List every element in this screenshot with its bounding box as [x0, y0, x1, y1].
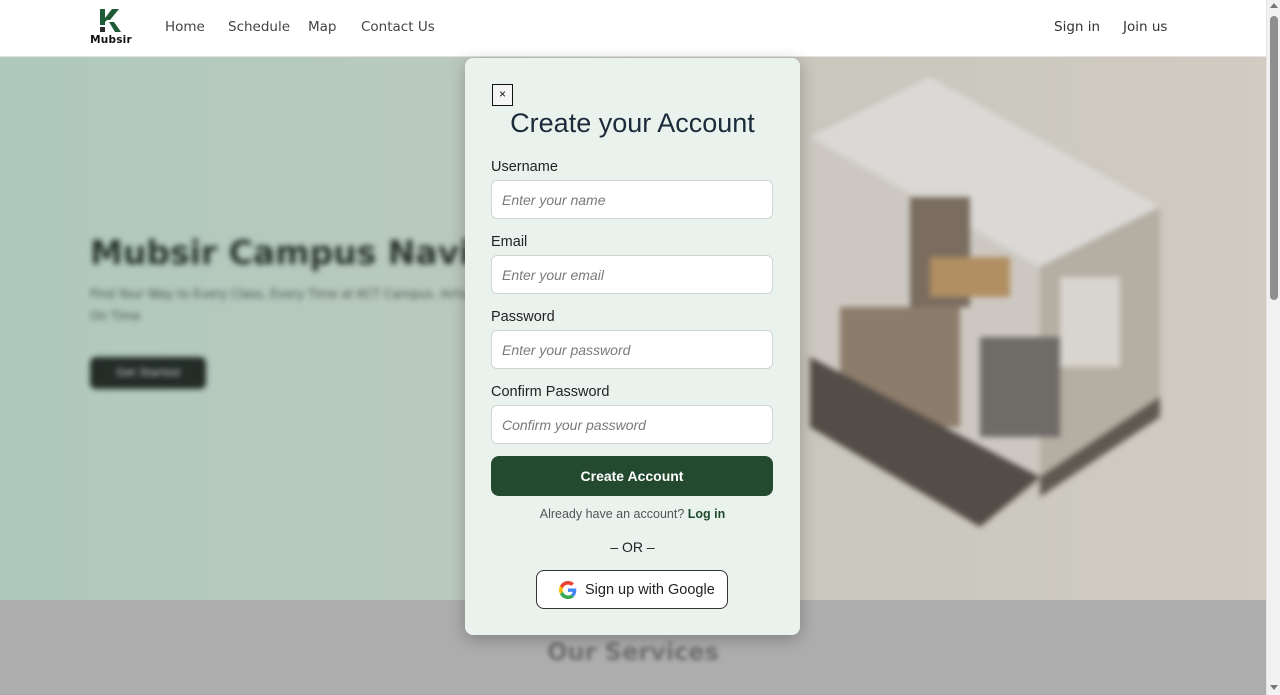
login-prompt: Already have an account? Log in	[465, 507, 800, 521]
nav-map-link[interactable]: Map	[308, 19, 337, 35]
scroll-up-arrow-icon[interactable]	[1270, 3, 1278, 8]
signup-modal: × Create your Account Username Email Pas…	[465, 58, 800, 635]
page: Mubsir Home Schedule Map Contact Us Sign…	[0, 0, 1280, 695]
nav-contact-link[interactable]: Contact Us	[361, 19, 435, 35]
have-account-text: Already have an account?	[539, 507, 685, 521]
login-link[interactable]: Log in	[688, 507, 726, 521]
confirm-password-input[interactable]	[491, 405, 773, 444]
navbar: Mubsir Home Schedule Map Contact Us Sign…	[0, 0, 1266, 57]
email-input[interactable]	[491, 255, 773, 294]
google-signup-button[interactable]: Sign up with Google	[536, 570, 728, 609]
close-button[interactable]: ×	[492, 84, 513, 106]
nav-schedule-link[interactable]: Schedule	[228, 19, 290, 35]
scroll-down-arrow-icon[interactable]	[1270, 685, 1278, 690]
google-button-label: Sign up with Google	[585, 582, 715, 598]
logo-k-icon	[100, 9, 121, 32]
join-us-link[interactable]: Join us	[1123, 19, 1167, 35]
confirm-password-label: Confirm Password	[491, 384, 610, 400]
modal-title: Create your Account	[510, 108, 755, 138]
google-icon	[559, 581, 577, 599]
create-account-button[interactable]: Create Account	[491, 456, 773, 496]
email-label: Email	[491, 234, 528, 250]
username-input[interactable]	[491, 180, 773, 219]
sign-in-link[interactable]: Sign in	[1054, 19, 1100, 35]
or-divider: – OR –	[610, 539, 655, 555]
logo[interactable]: Mubsir	[90, 8, 132, 48]
password-label: Password	[491, 309, 555, 325]
scroll-thumb[interactable]	[1270, 16, 1278, 300]
password-input[interactable]	[491, 330, 773, 369]
logo-text: Mubsir	[90, 34, 132, 46]
username-label: Username	[491, 159, 558, 175]
nav-home-link[interactable]: Home	[165, 19, 205, 35]
page-scrollbar[interactable]	[1266, 0, 1280, 695]
